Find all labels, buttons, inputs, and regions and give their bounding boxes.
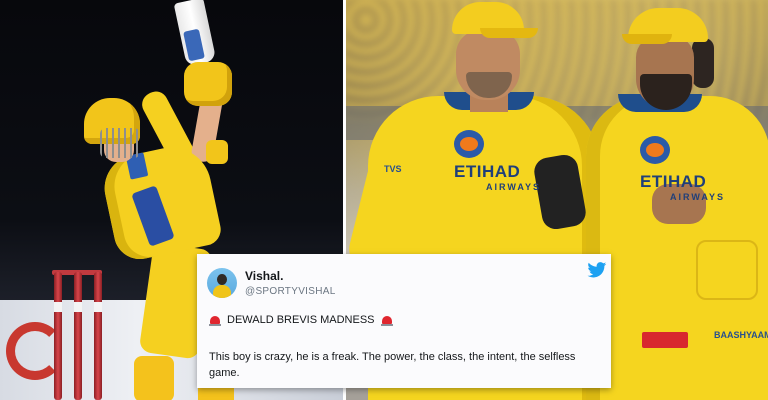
siren-emoji-icon: [380, 315, 393, 326]
gulf-logo-icon: [640, 136, 670, 164]
helmet-grill: [100, 128, 140, 158]
lion-emblem: [696, 240, 758, 300]
wristband: [206, 140, 228, 164]
tweet-headline-text: DEWALD BREVIS MADNESS: [227, 314, 375, 326]
batting-glove: [184, 62, 232, 106]
siren-emoji-icon: [209, 315, 221, 326]
jersey-sponsor-subtext: AIRWAYS: [670, 192, 726, 202]
jersey-sponsor-subtext: AIRWAYS: [486, 182, 542, 192]
batting-pad: [134, 356, 174, 400]
tweet-author-name[interactable]: Vishal.: [245, 269, 283, 283]
player1-cap-brim: [480, 28, 538, 38]
avatar[interactable]: [207, 268, 237, 298]
twitter-bird-icon[interactable]: [587, 262, 607, 278]
jersey-sponsor-text: ETIHAD: [454, 162, 521, 181]
jersey-sponsor-text: ETIHAD: [640, 172, 707, 191]
player2-cap-brim: [622, 34, 672, 44]
stump-right: [94, 272, 102, 400]
tweet-author-handle[interactable]: @SPORTYVISHAL: [245, 286, 336, 297]
image-canvas: M: [0, 0, 768, 400]
tvs-badge: TVS: [384, 164, 402, 174]
baashyaam-badge: BAASHYAAM: [714, 330, 768, 340]
tweet-body: This boy is crazy, he is a freak. The po…: [209, 351, 576, 379]
stump-left: [54, 272, 62, 400]
tweet-headline: DEWALD BREVIS MADNESS: [209, 314, 393, 326]
player2-hair: [692, 38, 714, 88]
stump-middle: [74, 272, 82, 400]
vision-badge: [642, 332, 688, 348]
tweet-card[interactable]: Vishal. @SPORTYVISHAL DEWALD BREVIS MADN…: [197, 254, 611, 388]
gulf-logo-icon: [454, 130, 484, 158]
